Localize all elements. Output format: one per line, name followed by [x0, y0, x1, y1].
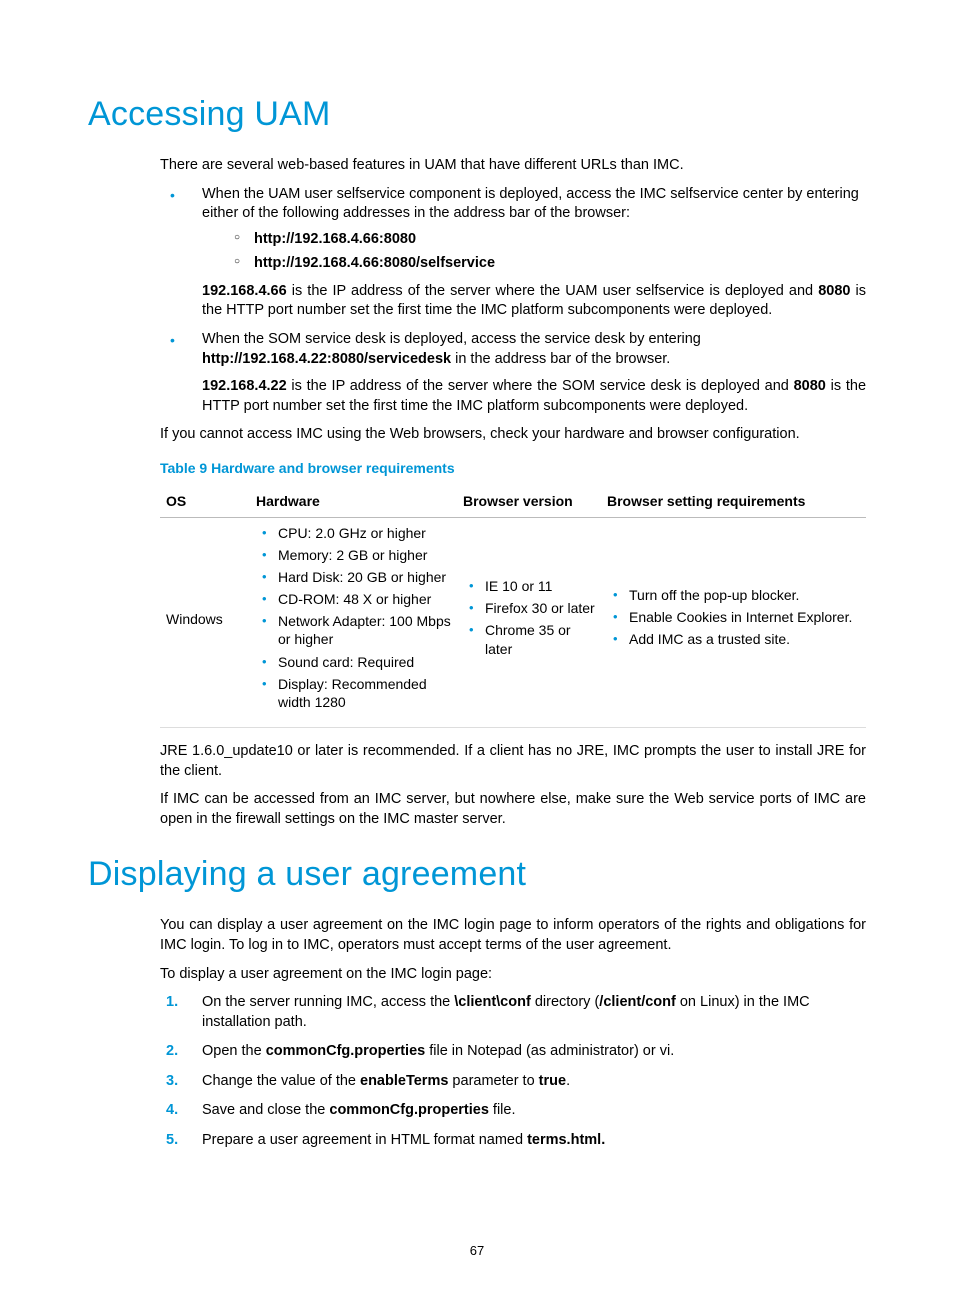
step-bold: commonCfg.properties	[329, 1102, 489, 1118]
firewall-note: If IMC can be accessed from an IMC serve…	[160, 790, 866, 829]
browser-list: IE 10 or 11 Firefox 30 or later Chrome 3…	[463, 577, 595, 658]
step-item: Open the commonCfg.properties file in No…	[160, 1042, 866, 1062]
list-item: Sound card: Required	[256, 653, 451, 671]
ip-note-mid: is the IP address of the server where th…	[287, 283, 819, 299]
step-pre: Open the	[202, 1043, 266, 1059]
step-bold: enableTerms	[360, 1073, 448, 1089]
ip-note-mid: is the IP address of the server where th…	[287, 378, 794, 394]
step-bold: \client\conf	[454, 994, 531, 1010]
ip-value: 192.168.4.22	[202, 378, 287, 394]
step-pre: Prepare a user agreement in HTML format …	[202, 1132, 527, 1148]
browser-check-note: If you cannot access IMC using the Web b…	[160, 425, 866, 445]
hardware-list: CPU: 2.0 GHz or higher Memory: 2 GB or h…	[256, 524, 451, 712]
table-row: Windows CPU: 2.0 GHz or higher Memory: 2…	[160, 517, 866, 728]
url-text: http://192.168.4.66:8080	[254, 231, 416, 247]
step-post: file in Notepad (as administrator) or vi…	[425, 1043, 674, 1059]
th-hardware: Hardware	[250, 488, 457, 517]
bullet-text: When the UAM user selfservice component …	[202, 186, 859, 222]
td-hardware: CPU: 2.0 GHz or higher Memory: 2 GB or h…	[250, 517, 457, 728]
step-item: Prepare a user agreement in HTML format …	[160, 1131, 866, 1151]
table-header-row: OS Hardware Browser version Browser sett…	[160, 488, 866, 517]
section1-content: There are several web-based features in …	[160, 156, 866, 829]
step-post: file.	[489, 1102, 516, 1118]
ip-note: 192.168.4.66 is the IP address of the se…	[202, 282, 866, 321]
intro-paragraph: There are several web-based features in …	[160, 156, 866, 176]
list-item: Chrome 35 or later	[463, 621, 595, 657]
list-item: Firefox 30 or later	[463, 599, 595, 617]
port-value: 8080	[794, 378, 826, 394]
step-item: Save and close the commonCfg.properties …	[160, 1101, 866, 1121]
bullet-text-bold: http://192.168.4.22:8080/servicedesk	[202, 351, 451, 367]
requirements-table: OS Hardware Browser version Browser sett…	[160, 488, 866, 729]
list-item: Network Adapter: 100 Mbps or higher	[256, 612, 451, 648]
agreement-intro: You can display a user agreement on the …	[160, 916, 866, 955]
step-bold: terms.html.	[527, 1132, 605, 1148]
jre-note: JRE 1.6.0_update10 or later is recommend…	[160, 742, 866, 781]
step-bold: commonCfg.properties	[266, 1043, 426, 1059]
steps-list: On the server running IMC, access the \c…	[160, 993, 866, 1150]
list-item: Add IMC as a trusted site.	[607, 630, 860, 648]
step-item: On the server running IMC, access the \c…	[160, 993, 866, 1032]
bullet-text-pre: When the SOM service desk is deployed, a…	[202, 331, 701, 347]
step-pre: On the server running IMC, access the	[202, 994, 454, 1010]
th-browser-settings: Browser setting requirements	[601, 488, 866, 517]
list-item: IE 10 or 11	[463, 577, 595, 595]
step-bold2: /client/conf	[599, 994, 676, 1010]
step-pre: Change the value of the	[202, 1073, 360, 1089]
step-mid: directory (	[531, 994, 600, 1010]
list-item: Turn off the pop-up blocker.	[607, 586, 860, 604]
ip-value: 192.168.4.66	[202, 283, 287, 299]
list-item: CD-ROM: 48 X or higher	[256, 590, 451, 608]
heading-user-agreement: Displaying a user agreement	[88, 855, 866, 894]
step-item: Change the value of the enableTerms para…	[160, 1072, 866, 1092]
bullet-servicedesk: When the SOM service desk is deployed, a…	[160, 330, 866, 416]
step-bold2: true	[539, 1073, 566, 1089]
url-text: http://192.168.4.66:8080/selfservice	[254, 255, 495, 271]
list-item: CPU: 2.0 GHz or higher	[256, 524, 451, 542]
page-number: 67	[0, 1243, 954, 1258]
th-os: OS	[160, 488, 250, 517]
agreement-lead: To display a user agreement on the IMC l…	[160, 965, 866, 985]
step-post: .	[566, 1073, 570, 1089]
document-page: Accessing UAM There are several web-base…	[0, 0, 954, 1296]
list-item: Enable Cookies in Internet Explorer.	[607, 608, 860, 626]
step-mid: parameter to	[448, 1073, 538, 1089]
td-browser: IE 10 or 11 Firefox 30 or later Chrome 3…	[457, 517, 601, 728]
step-pre: Save and close the	[202, 1102, 329, 1118]
settings-list: Turn off the pop-up blocker. Enable Cook…	[607, 586, 860, 649]
sub-url-list: http://192.168.4.66:8080 http://192.168.…	[202, 230, 866, 274]
ip-note: 192.168.4.22 is the IP address of the se…	[202, 377, 866, 416]
list-item: Hard Disk: 20 GB or higher	[256, 568, 451, 586]
port-value: 8080	[818, 283, 850, 299]
th-browser-version: Browser version	[457, 488, 601, 517]
url-item: http://192.168.4.66:8080/selfservice	[202, 254, 866, 274]
list-item: Display: Recommended width 1280	[256, 675, 451, 711]
outer-bullet-list: When the UAM user selfservice component …	[160, 185, 866, 417]
td-os: Windows	[160, 517, 250, 728]
heading-accessing-uam: Accessing UAM	[88, 95, 866, 134]
bullet-text-post: in the address bar of the browser.	[451, 351, 670, 367]
bullet-selfservice: When the UAM user selfservice component …	[160, 185, 866, 321]
list-item: Memory: 2 GB or higher	[256, 546, 451, 564]
td-settings: Turn off the pop-up blocker. Enable Cook…	[601, 517, 866, 728]
table-caption: Table 9 Hardware and browser requirement…	[160, 459, 866, 478]
url-item: http://192.168.4.66:8080	[202, 230, 866, 250]
section2-content: You can display a user agreement on the …	[160, 916, 866, 1150]
